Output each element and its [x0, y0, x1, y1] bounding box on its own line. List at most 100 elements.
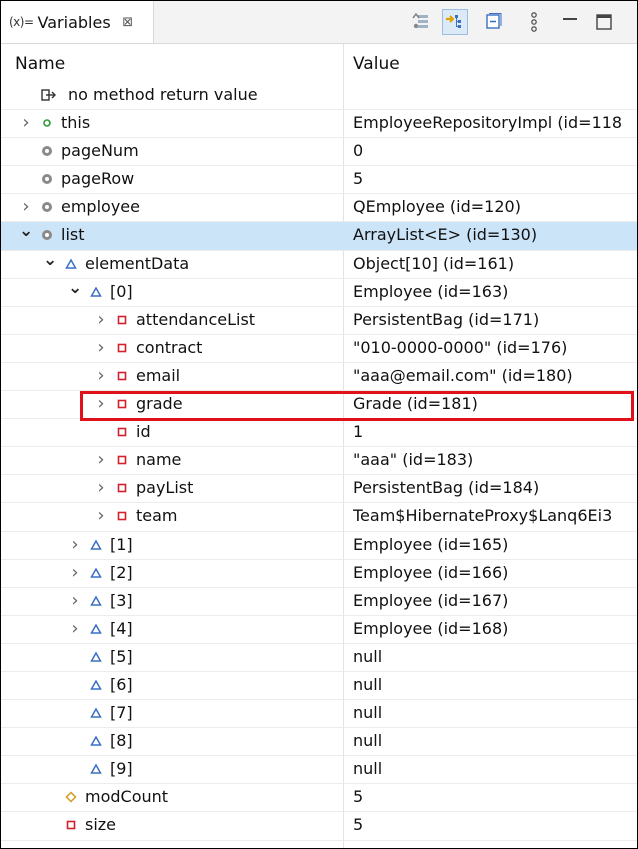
tree-row[interactable]: › email "aaa@email.com" (id=180) — [1, 363, 637, 392]
column-header-name[interactable]: Name — [15, 54, 65, 74]
tree-row[interactable]: › [3] Employee (id=167) — [1, 588, 637, 616]
tree-row[interactable]: ⌄ elementData Object[10] (id=161) — [1, 251, 637, 279]
tree-row[interactable]: › payList PersistentBag (id=184) — [1, 475, 637, 504]
variable-name: [6] — [110, 674, 133, 694]
variable-value: 1 — [353, 422, 364, 442]
chevron-right-icon[interactable]: › — [68, 619, 82, 638]
variable-name: team — [136, 506, 178, 526]
variable-value: Employee (id=166) — [353, 562, 509, 582]
maximize-icon — [596, 14, 612, 30]
private-field-icon — [116, 398, 128, 410]
chevron-down-icon[interactable]: ⌄ — [19, 222, 33, 240]
variable-name: size — [85, 815, 117, 835]
tree-row[interactable]: › this EmployeeRepositoryImpl (id=118 — [1, 110, 637, 139]
show-type-names-button[interactable] — [409, 9, 435, 35]
variable-name: [7] — [110, 703, 133, 723]
variable-name: payList — [136, 478, 194, 498]
variable-value: 5 — [353, 787, 364, 807]
tree-row[interactable]: modCount 5 — [1, 784, 637, 813]
variable-value: null — [353, 703, 383, 723]
tree-row[interactable]: › grade Grade (id=181) — [1, 391, 637, 420]
variable-name: [4] — [110, 618, 133, 638]
tree-row[interactable]: ⌄ [0] Employee (id=163) — [1, 279, 637, 307]
tree-row[interactable]: size 5 — [1, 812, 637, 841]
variable-value: Object[10] (id=161) — [353, 253, 515, 273]
view-menu-button[interactable] — [521, 9, 547, 35]
variable-name: [2] — [110, 562, 133, 582]
minimize-button[interactable] — [557, 9, 583, 35]
local-variable-icon — [41, 145, 53, 157]
maximize-button[interactable] — [591, 9, 617, 35]
package-field-icon — [90, 623, 102, 635]
variable-value: PersistentBag (id=171) — [353, 309, 540, 329]
tree-row[interactable]: pageRow 5 — [1, 166, 637, 195]
tree-row[interactable]: › employee QEmployee (id=120) — [1, 194, 637, 223]
variable-name: [5] — [110, 646, 133, 666]
chevron-right-icon[interactable]: › — [94, 366, 108, 385]
column-header-value[interactable]: Value — [353, 54, 400, 74]
tree-row[interactable]: ⌄ list ArrayList<E> (id=130) — [1, 222, 637, 251]
private-field-icon — [116, 314, 128, 326]
tree-row[interactable]: [5] null — [1, 644, 637, 672]
variable-value: EmployeeRepositoryImpl (id=118 — [353, 113, 623, 133]
chevron-right-icon[interactable]: › — [94, 507, 108, 525]
local-variable-icon — [41, 173, 53, 185]
private-field-icon — [65, 819, 77, 831]
package-field-icon — [90, 707, 102, 719]
tree-row[interactable]: › [4] Employee (id=168) — [1, 616, 637, 644]
package-field-icon — [90, 567, 102, 579]
tree-row[interactable]: [9] null — [1, 756, 637, 785]
variable-value: Employee (id=167) — [353, 590, 509, 610]
tree-row[interactable]: › [1] Employee (id=165) — [1, 532, 637, 560]
show-type-names-icon — [412, 12, 428, 29]
tree-row[interactable]: [7] null — [1, 700, 637, 729]
variable-value: Employee (id=163) — [353, 281, 509, 301]
variables-tree: no method return value › this EmployeeRepos… — [1, 82, 637, 841]
variable-value: PersistentBag (id=184) — [353, 478, 540, 498]
tree-row[interactable]: [6] null — [1, 672, 637, 701]
variable-name: list — [61, 225, 85, 245]
tree-row[interactable]: pageNum 0 — [1, 138, 637, 167]
tree-row[interactable]: no method return value — [1, 82, 637, 111]
tree-row[interactable]: › [2] Employee (id=166) — [1, 560, 637, 588]
tree-row[interactable]: › name "aaa" (id=183) — [1, 447, 637, 476]
variable-name: elementData — [85, 253, 190, 273]
private-field-icon — [116, 370, 128, 382]
close-icon[interactable]: ⊠ — [121, 15, 135, 30]
variables-view: (x)= Variables ⊠ Name Value no method re… — [0, 0, 638, 849]
private-field-icon — [116, 454, 128, 466]
chevron-right-icon[interactable]: › — [68, 563, 82, 582]
tab-variables[interactable]: (x)= Variables ⊠ — [1, 1, 154, 43]
private-field-icon — [116, 482, 128, 494]
variable-name: [3] — [110, 590, 133, 610]
variable-value: "aaa@email.com" (id=180) — [353, 365, 573, 385]
chevron-right-icon[interactable]: › — [94, 451, 108, 469]
tree-row[interactable]: [8] null — [1, 728, 637, 757]
chevron-down-icon[interactable]: ⌄ — [43, 251, 57, 269]
chevron-right-icon[interactable]: › — [68, 591, 82, 610]
tree-row[interactable]: › contract "010-0000-0000" (id=176) — [1, 335, 637, 363]
collapse-all-icon — [486, 13, 502, 29]
chevron-right-icon[interactable]: › — [94, 338, 108, 357]
show-logical-structure-button[interactable] — [442, 9, 468, 35]
local-variable-icon — [41, 229, 53, 241]
chevron-right-icon[interactable]: › — [94, 395, 108, 413]
chevron-right-icon[interactable]: › — [19, 114, 33, 132]
chevron-right-icon[interactable]: › — [19, 198, 33, 216]
chevron-right-icon[interactable]: › — [94, 479, 108, 497]
variable-name: attendanceList — [136, 309, 256, 329]
tab-title: Variables — [37, 12, 111, 32]
chevron-right-icon[interactable]: › — [68, 535, 82, 554]
package-field-icon — [90, 763, 102, 775]
chevron-down-icon[interactable]: ⌄ — [68, 279, 82, 297]
package-field-icon — [65, 258, 77, 270]
minimize-icon — [563, 18, 577, 20]
tree-row[interactable]: id 1 — [1, 419, 637, 448]
tree-row[interactable]: › team Team$HibernateProxy$Lanq6Ei3 — [1, 503, 637, 532]
variable-name: id — [136, 422, 151, 442]
chevron-right-icon[interactable]: › — [94, 310, 108, 329]
collapse-all-button[interactable] — [481, 9, 507, 35]
tree-row[interactable]: › attendanceList PersistentBag (id=171) — [1, 307, 637, 335]
variable-name: pageNum — [61, 141, 139, 161]
variable-value: Employee (id=168) — [353, 618, 509, 638]
